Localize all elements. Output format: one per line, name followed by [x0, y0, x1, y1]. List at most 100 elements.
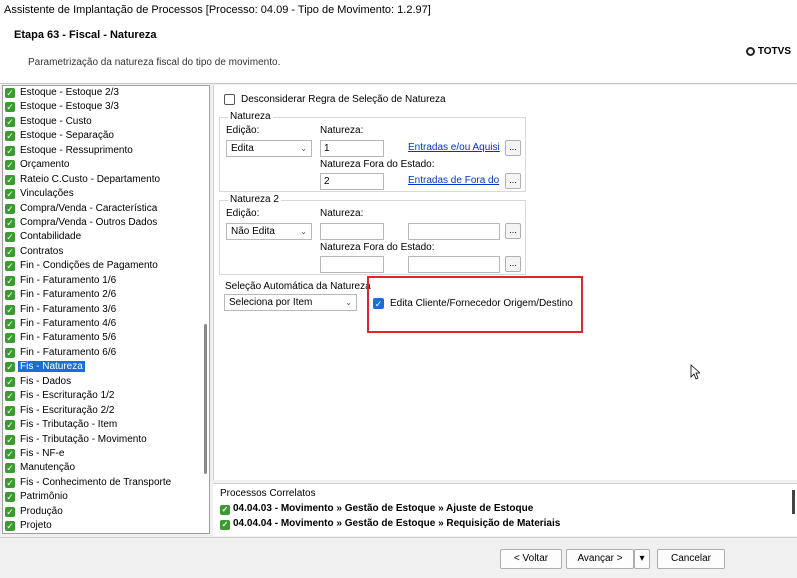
disregard-rule-checkbox[interactable] [224, 94, 235, 105]
step-done-check-icon: ✓ [5, 304, 15, 315]
tree-item-label: Fis - Tributação - Movimento [20, 433, 147, 445]
tree-item[interactable]: ✓ Fis - Natureza [3, 360, 209, 374]
tree-item[interactable]: ✓ Estoque - Estoque 2/3 [3, 86, 209, 100]
tree-item[interactable]: ✓ Estoque - Estoque 3/3 [3, 100, 209, 114]
tree-item[interactable]: ✓ Compra/Venda - Característica [3, 202, 209, 216]
tree-item[interactable]: ✓ Fis - Dados [3, 375, 209, 389]
tree-item[interactable]: ✓ Fis - Tributação - Item [3, 418, 209, 432]
natureza2-edicao-select[interactable]: Não Edita ⌄ [226, 223, 312, 240]
natureza-input[interactable]: 1 [320, 140, 384, 157]
tree-item[interactable]: ✓ Fis - Conhecimento de Transporte [3, 476, 209, 490]
natureza-fora-estado-input[interactable]: 2 [320, 173, 384, 190]
step-done-check-icon: ✓ [5, 290, 15, 301]
tree-item-label: Vinculações [20, 188, 74, 200]
natureza2-fora-estado-lookup-button[interactable]: ... [505, 256, 521, 272]
tree-item-label: Estoque - Separação [20, 130, 114, 142]
natureza-group-title: Natureza [228, 111, 273, 122]
tree-item[interactable]: ✓ Orçamento [3, 158, 209, 172]
tree-item-label: Orçamento [20, 159, 70, 171]
tree-item[interactable]: ✓ Compra/Venda - Outros Dados [3, 216, 209, 230]
tree-item[interactable]: ✓ Fin - Faturamento 3/6 [3, 303, 209, 317]
tree-item-label: Rateio C.Custo - Departamento [20, 173, 161, 185]
tree-item-label: Fin - Faturamento 3/6 [20, 303, 117, 315]
natureza2-fora-estado-description [408, 256, 500, 273]
window-title-bar: Assistente de Implantação de Processos [… [0, 0, 797, 23]
tree-item[interactable]: ✓ Contratos [3, 245, 209, 259]
tree-item-label: Fin - Condições de Pagamento [20, 260, 158, 272]
tree-item-label: Fin - Faturamento 2/6 [20, 289, 117, 301]
tree-item-label: Fis - Tributação - Item [20, 419, 118, 431]
step-done-check-icon: ✓ [5, 376, 15, 387]
tree-item[interactable]: ✓ Fin - Faturamento 4/6 [3, 317, 209, 331]
back-button[interactable]: < Voltar [500, 549, 562, 569]
tree-item[interactable]: ✓ Fis - Escrituração 2/2 [3, 404, 209, 418]
related-scrollbar-thumb[interactable] [792, 490, 795, 514]
tree-item-label: Patrimônio [20, 491, 68, 503]
natureza2-label: Natureza: [320, 208, 364, 219]
step-tree[interactable]: ✓ Estoque - Estoque 2/3 ✓ Estoque - Estoque… [2, 85, 210, 534]
tree-item[interactable]: ✓ Fis - NF-e [3, 447, 209, 461]
mouse-cursor-icon [690, 364, 700, 380]
tree-item-label: Produção [20, 505, 63, 517]
tree-items: ✓ Estoque - Estoque 2/3 ✓ Estoque - Estoque… [3, 86, 209, 533]
tree-item[interactable]: ✓ Projeto [3, 519, 209, 533]
step-done-check-icon: ✓ [5, 131, 15, 142]
natureza2-group-title: Natureza 2 [228, 194, 281, 205]
tree-item-label: Estoque - Custo [20, 115, 92, 127]
window-title: Assistente de Implantação de Processos [… [4, 4, 431, 16]
tree-item[interactable]: ✓ Fin - Faturamento 5/6 [3, 331, 209, 345]
tree-item[interactable]: ✓ Estoque - Custo [3, 115, 209, 129]
tree-item[interactable]: ✓ Rateio C.Custo - Departamento [3, 173, 209, 187]
natureza-lookup-button[interactable]: ... [505, 140, 521, 156]
tree-item[interactable]: ✓ Contabilidade [3, 230, 209, 244]
tree-item[interactable]: ✓ Fin - Condições de Pagamento [3, 259, 209, 273]
tree-item-label: Estoque - Estoque 2/3 [20, 87, 119, 98]
tree-item[interactable]: ✓ Manutenção [3, 461, 209, 475]
related-processes-panel: Processos Correlatos ✓ 04.04.03 - Movimen… [213, 483, 797, 536]
natureza2-lookup-button[interactable]: ... [505, 223, 521, 239]
tree-item-label: Compra/Venda - Outros Dados [20, 216, 158, 228]
natureza-fora-estado-link[interactable]: Entradas de Fora do [408, 175, 500, 186]
step-done-check-icon: ✓ [5, 145, 15, 156]
tree-item[interactable]: ✓ Fin - Faturamento 6/6 [3, 346, 209, 360]
tree-item-label: Estoque - Ressuprimento [20, 144, 133, 156]
natureza-group: Natureza Edição: Edita ⌄ Natureza: 1 Ent… [219, 111, 526, 192]
cancel-button[interactable]: Cancelar [657, 549, 725, 569]
natureza-edicao-select[interactable]: Edita ⌄ [226, 140, 312, 157]
tree-scrollbar-thumb[interactable] [204, 324, 207, 474]
step-done-check-icon: ✓ [5, 463, 15, 474]
next-button[interactable]: Avançar > [566, 549, 634, 569]
natureza2-fora-estado-input[interactable] [320, 256, 384, 273]
tree-item[interactable]: ✓ Produção [3, 505, 209, 519]
step-done-check-icon: ✓ [5, 434, 15, 445]
tree-item[interactable]: ✓ Estoque - Ressuprimento [3, 144, 209, 158]
auto-selection-select[interactable]: Seleciona por Item ⌄ [224, 294, 357, 311]
related-process-text: 04.04.03 - Movimento » Gestão de Estoque… [233, 503, 534, 514]
step-done-check-icon: ✓ [5, 448, 15, 459]
tree-item[interactable]: ✓ Fis - Escrituração 1/2 [3, 389, 209, 403]
next-dropdown-button[interactable]: ▾ [634, 549, 650, 569]
related-process-item[interactable]: ✓ 04.04.03 - Movimento » Gestão de Estoqu… [220, 503, 533, 515]
tree-item[interactable]: ✓ Vinculações [3, 187, 209, 201]
tree-item[interactable]: ✓ Fin - Faturamento 2/6 [3, 288, 209, 302]
tree-item[interactable]: ✓ Fis - Tributação - Movimento [3, 433, 209, 447]
logo-text: TOTVS [757, 46, 791, 57]
step-done-check-icon: ✓ [5, 333, 15, 344]
step-done-check-icon: ✓ [5, 319, 15, 329]
natureza-fora-estado-lookup-button[interactable]: ... [505, 173, 521, 189]
natureza2-input[interactable] [320, 223, 384, 240]
step-done-check-icon: ✓ [5, 189, 15, 200]
step-done-check-icon: ✓ [5, 492, 15, 503]
related-process-item[interactable]: ✓ 04.04.04 - Movimento » Gestão de Estoqu… [220, 518, 560, 530]
related-processes-title: Processos Correlatos [220, 488, 316, 499]
tree-item[interactable]: ✓ Patrimônio [3, 490, 209, 504]
tree-item[interactable]: ✓ Estoque - Separação [3, 129, 209, 143]
tree-item[interactable]: ✓ Fin - Faturamento 1/6 [3, 274, 209, 288]
step-done-check-icon: ✓ [5, 420, 15, 431]
highlight-box [367, 276, 583, 333]
process-check-icon: ✓ [220, 505, 230, 515]
tree-item-label: Fin - Faturamento 5/6 [20, 332, 117, 344]
natureza-link[interactable]: Entradas e/ou Aquisi [408, 142, 500, 153]
natureza2-group: Natureza 2 Edição: Não Edita ⌄ Natureza:… [219, 194, 526, 275]
auto-selection-value: Seleciona por Item [229, 297, 313, 308]
